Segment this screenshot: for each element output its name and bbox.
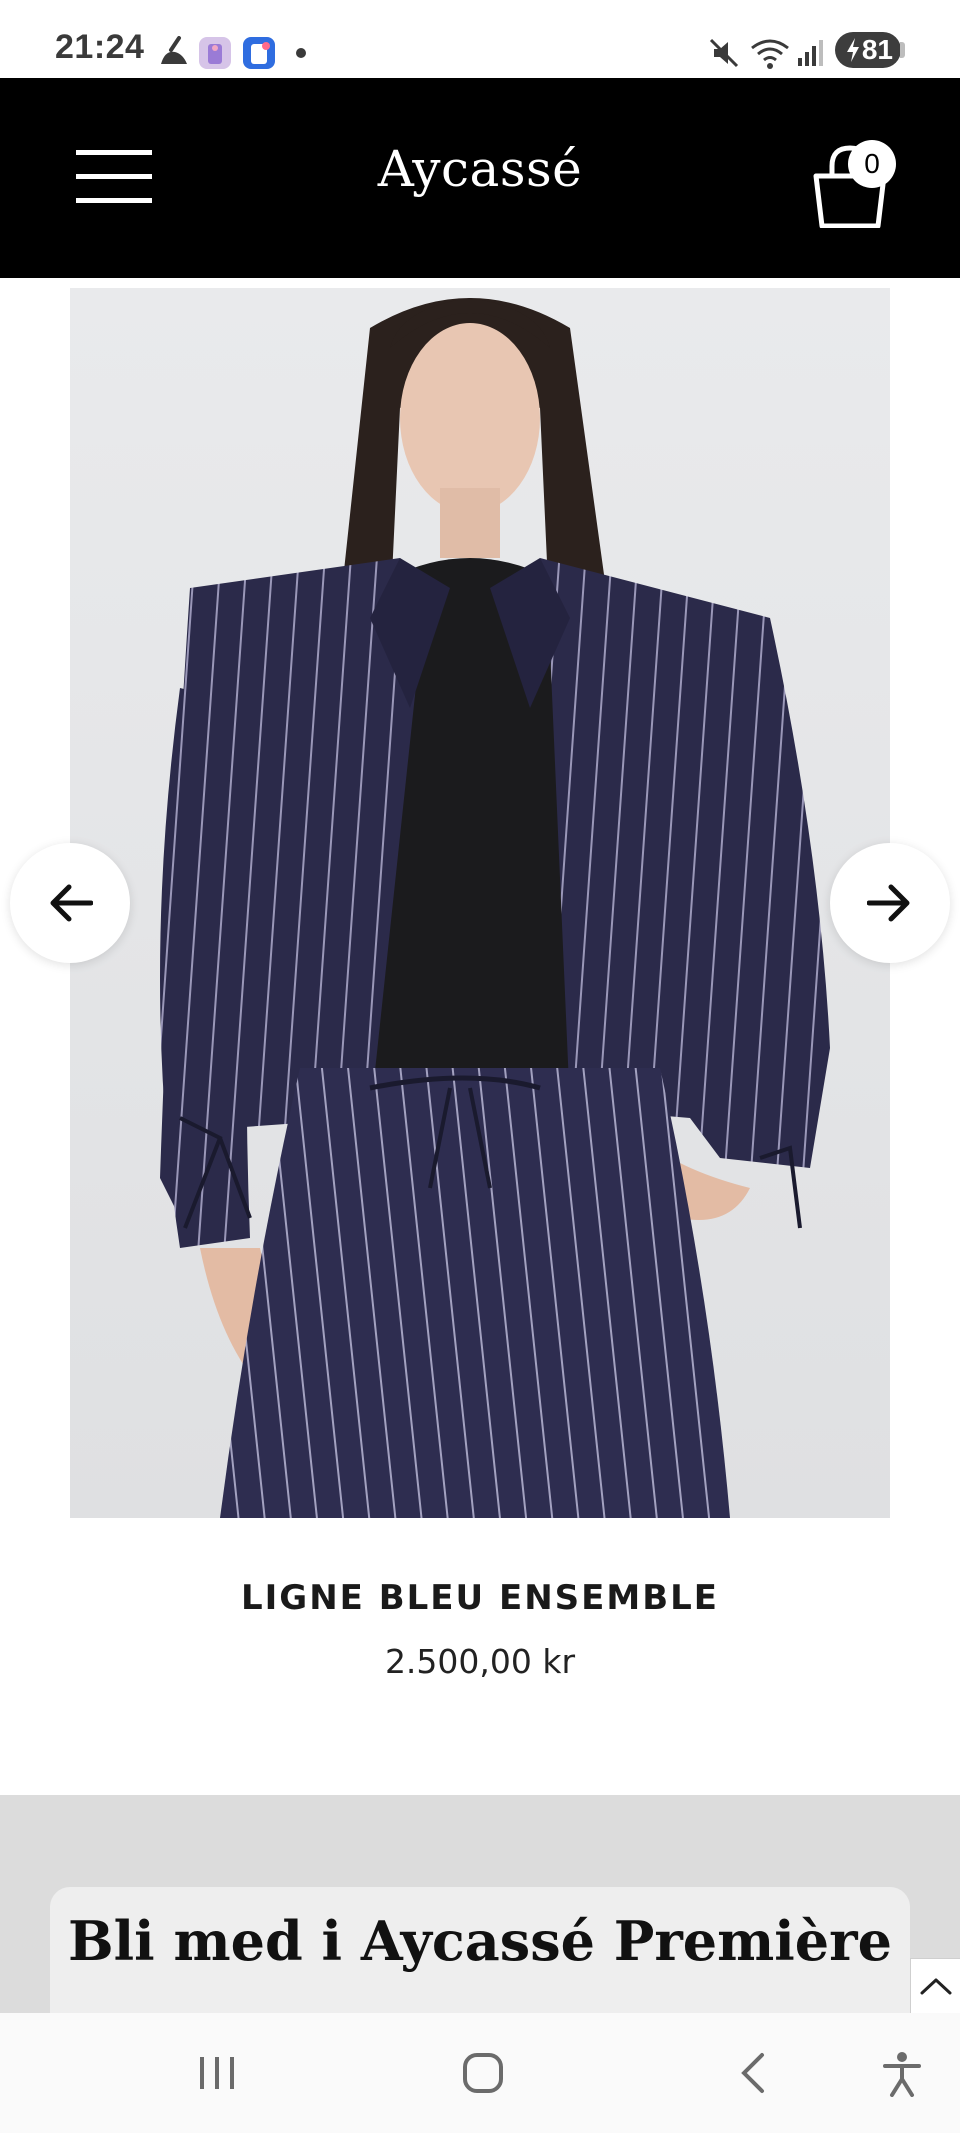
accessibility-icon: [883, 2052, 921, 2097]
product-photo: [160, 298, 830, 1518]
chevron-up-icon: [920, 1978, 952, 1995]
newsletter-section: Bli med i Aycassé Première: [0, 1795, 960, 2027]
back-button[interactable]: [736, 2051, 772, 2099]
battery-tip: [900, 42, 905, 58]
back-icon: [741, 2053, 764, 2093]
menu-icon-bar-bottom: [76, 198, 152, 203]
product-title[interactable]: LIGNE BLEU ENSEMBLE: [0, 1578, 960, 1618]
cart-button[interactable]: 0: [810, 138, 900, 228]
arrow-right-icon: [867, 884, 910, 922]
battery-level: 81: [861, 34, 893, 65]
arrow-left-icon: [50, 884, 93, 922]
cart-count-badge: 0: [848, 140, 896, 188]
site-header: Aycassé 0: [0, 78, 960, 278]
recent-apps-button[interactable]: [195, 2051, 239, 2099]
home-icon: [463, 2053, 503, 2093]
mute-icon: [709, 38, 739, 68]
app-notification-icon: [199, 37, 231, 69]
broom-icon: [161, 36, 187, 64]
scroll-to-top-button[interactable]: [910, 1958, 960, 2014]
recent-apps-icon: [200, 2057, 234, 2089]
app-notification-icon-2: [243, 37, 275, 69]
carousel-next-button[interactable]: [830, 843, 950, 963]
wifi-icon: [751, 39, 789, 69]
home-button[interactable]: [461, 2051, 505, 2099]
system-navigation-bar: [0, 2013, 960, 2133]
battery-icon: 81: [835, 32, 901, 68]
dot-icon: [296, 48, 306, 58]
signal-icon: [798, 40, 823, 66]
status-time: 21:24: [55, 28, 145, 66]
carousel-prev-button[interactable]: [10, 843, 130, 963]
product-price: 2.500,00 kr: [384, 1642, 576, 1681]
product-image[interactable]: [70, 288, 890, 1518]
newsletter-card: Bli med i Aycassé Première: [50, 1887, 910, 2027]
newsletter-heading: Bli med i Aycassé Première: [68, 1909, 892, 1973]
accessibility-button[interactable]: [882, 2051, 922, 2101]
status-bar: 21:24 81: [0, 0, 960, 78]
